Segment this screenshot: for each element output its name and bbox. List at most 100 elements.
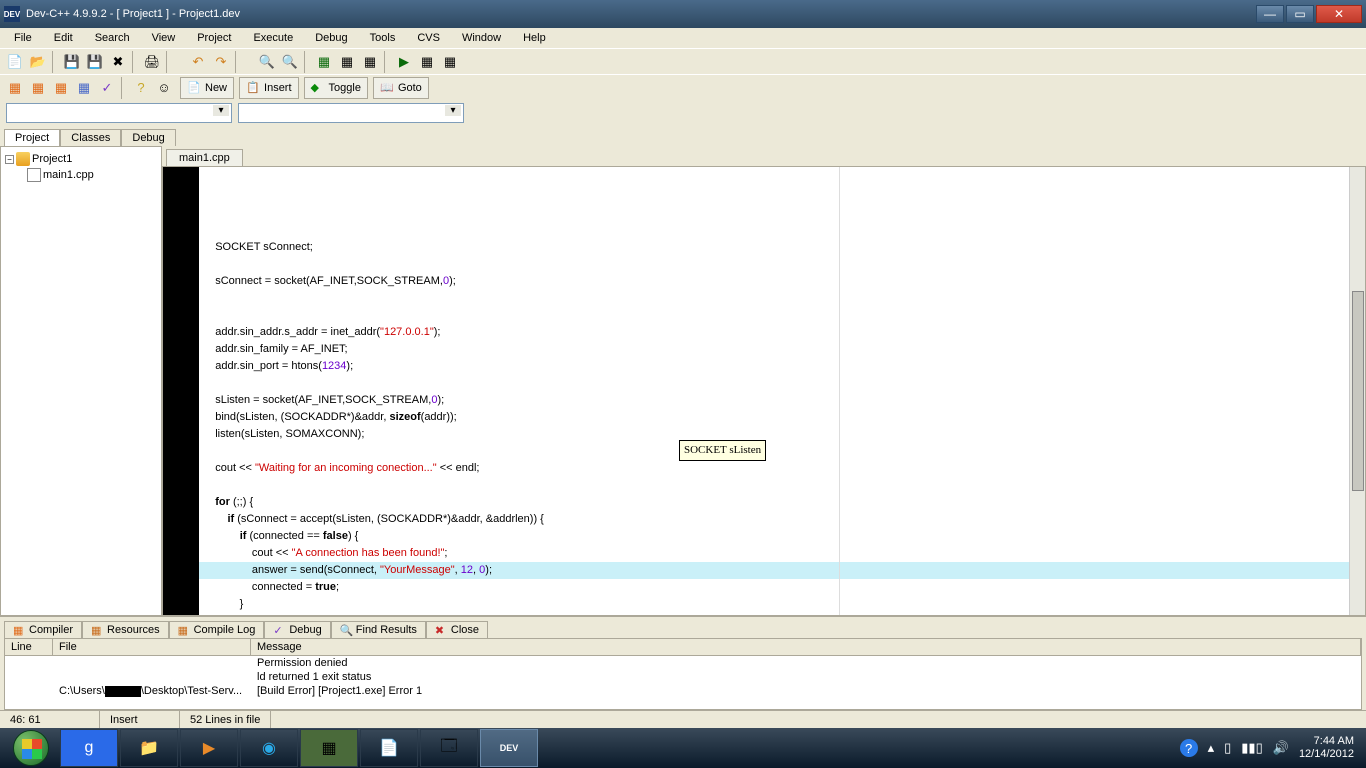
project-tree-file[interactable]: main1.cpp (27, 167, 157, 183)
redo-icon[interactable]: ↷ (210, 51, 232, 73)
output-tab-close[interactable]: ✖Close (426, 621, 488, 638)
menu-execute[interactable]: Execute (243, 30, 303, 46)
wifi-icon[interactable]: ▮▮▯ (1241, 740, 1262, 756)
code-editor[interactable]: SOCKET sListen SOCKET sConnect; sConnect… (162, 166, 1366, 616)
output-row[interactable]: Permission denied (5, 656, 1361, 670)
side-tab-classes[interactable]: Classes (60, 129, 121, 146)
goto-button[interactable]: 📖Goto (373, 77, 429, 99)
code-line[interactable]: cout << "A connection has been found!"; (199, 545, 1349, 562)
code-line[interactable] (199, 443, 1349, 460)
taskbar-app-window[interactable]: 🗔 (420, 729, 478, 767)
rebuild-icon[interactable]: ▶ (393, 51, 415, 73)
class-combo[interactable] (6, 103, 232, 123)
code-line[interactable]: sListen = socket(AF_INET,SOCK_STREAM,0); (199, 392, 1349, 409)
taskbar-app-google[interactable]: g (60, 729, 118, 767)
member-combo[interactable] (238, 103, 464, 123)
minimize-button[interactable]: — (1256, 5, 1284, 23)
tray-chevron-icon[interactable]: ▴ (1208, 740, 1215, 756)
tree-collapse-icon[interactable]: − (5, 155, 14, 164)
save-icon[interactable]: 💾 (61, 51, 83, 73)
code-line[interactable]: } (199, 613, 1349, 615)
output-tab-find-results[interactable]: 🔍Find Results (331, 621, 426, 638)
battery-icon[interactable]: ▯ (1224, 740, 1231, 756)
menu-help[interactable]: Help (513, 30, 556, 46)
find-icon[interactable]: 🔍 (256, 51, 278, 73)
menu-window[interactable]: Window (452, 30, 511, 46)
col-message[interactable]: Message (251, 639, 1361, 655)
code-line[interactable]: addr.sin_addr.s_addr = inet_addr("127.0.… (199, 324, 1349, 341)
menu-search[interactable]: Search (85, 30, 140, 46)
code-line[interactable]: SOCKET sConnect; (199, 239, 1349, 256)
side-tab-debug[interactable]: Debug (121, 129, 175, 146)
debug-icon[interactable]: ▦ (416, 51, 438, 73)
code-line[interactable]: if (sConnect = accept(sListen, (SOCKADDR… (199, 511, 1349, 528)
output-tab-compiler[interactable]: ▦Compiler (4, 621, 82, 638)
menu-file[interactable]: File (4, 30, 42, 46)
grid-icon-4[interactable]: ▦ (73, 77, 95, 99)
menu-cvs[interactable]: CVS (407, 30, 450, 46)
new-file-icon[interactable]: 📄 (4, 51, 26, 73)
scroll-thumb[interactable] (1352, 291, 1364, 491)
output-tab-debug[interactable]: ✓Debug (264, 621, 330, 638)
help-tray-icon[interactable]: ? (1180, 739, 1198, 757)
start-button[interactable] (4, 728, 58, 768)
code-line[interactable] (199, 307, 1349, 324)
check-icon[interactable]: ✓ (96, 77, 118, 99)
code-line[interactable]: addr.sin_port = htons(1234); (199, 358, 1349, 375)
close-file-icon[interactable]: ✖ (107, 51, 129, 73)
code-line[interactable] (199, 290, 1349, 307)
code-line[interactable] (199, 256, 1349, 273)
taskbar-app-media[interactable]: ▶ (180, 729, 238, 767)
compile-icon[interactable]: ▦ (313, 51, 335, 73)
taskbar-app-blue[interactable]: ◉ (240, 729, 298, 767)
code-line[interactable]: if (connected == false) { (199, 528, 1349, 545)
output-tab-resources[interactable]: ▦Resources (82, 621, 169, 638)
undo-icon[interactable]: ↶ (187, 51, 209, 73)
taskbar-app-mc[interactable]: ▦ (300, 729, 358, 767)
new-button[interactable]: 📄New (180, 77, 234, 99)
compile-run-icon[interactable]: ▦ (359, 51, 381, 73)
code-line[interactable]: } (199, 596, 1349, 613)
menu-project[interactable]: Project (187, 30, 241, 46)
output-row[interactable]: ld returned 1 exit status (5, 670, 1361, 684)
grid-icon-3[interactable]: ▦ (50, 77, 72, 99)
grid-icon-2[interactable]: ▦ (27, 77, 49, 99)
menu-debug[interactable]: Debug (305, 30, 357, 46)
code-line[interactable]: sConnect = socket(AF_INET,SOCK_STREAM,0)… (199, 273, 1349, 290)
col-line[interactable]: Line (5, 639, 53, 655)
close-button[interactable]: ✕ (1316, 5, 1362, 23)
code-line[interactable]: addr.sin_family = AF_INET; (199, 341, 1349, 358)
output-row[interactable]: C:\Users\\Desktop\Test-Serv...[Build Err… (5, 684, 1361, 698)
grid-icon-1[interactable]: ▦ (4, 77, 26, 99)
print-icon[interactable]: 🖨 (141, 51, 163, 73)
code-line[interactable]: for (;;) { (199, 494, 1349, 511)
code-line[interactable]: listen(sListen, SOMAXCONN); (199, 426, 1349, 443)
replace-icon[interactable]: 🔍 (279, 51, 301, 73)
code-line[interactable] (199, 375, 1349, 392)
taskbar-app-explorer[interactable]: 📁 (120, 729, 178, 767)
taskbar-app-doc[interactable]: 📄 (360, 729, 418, 767)
maximize-button[interactable]: ▭ (1286, 5, 1314, 23)
help-icon[interactable]: ? (130, 77, 152, 99)
toggle-button[interactable]: ◆Toggle (304, 77, 368, 99)
stop-icon[interactable]: ▦ (439, 51, 461, 73)
code-line[interactable]: connected = true; (199, 579, 1349, 596)
volume-icon[interactable]: 🔊 (1273, 740, 1289, 756)
menu-edit[interactable]: Edit (44, 30, 83, 46)
open-icon[interactable]: 📂 (27, 51, 49, 73)
code-line[interactable]: bind(sListen, (SOCKADDR*)&addr, sizeof(a… (199, 409, 1349, 426)
system-clock[interactable]: 7:44 AM 12/14/2012 (1299, 735, 1354, 761)
col-file[interactable]: File (53, 639, 251, 655)
code-line[interactable]: cout << "Waiting for an incoming conecti… (199, 460, 1349, 477)
code-line[interactable] (199, 477, 1349, 494)
editor-tab-main[interactable]: main1.cpp (166, 149, 243, 166)
output-tab-compile-log[interactable]: ▦Compile Log (169, 621, 265, 638)
save-all-icon[interactable]: 💾 (84, 51, 106, 73)
vertical-scrollbar[interactable] (1349, 167, 1365, 615)
code-content[interactable]: SOCKET sListen SOCKET sConnect; sConnect… (199, 167, 1349, 615)
menu-tools[interactable]: Tools (360, 30, 406, 46)
code-line[interactable]: answer = send(sConnect, "YourMessage", 1… (199, 562, 1349, 579)
menu-view[interactable]: View (142, 30, 186, 46)
project-tree-root[interactable]: − Project1 (5, 151, 157, 167)
about-icon[interactable]: ☺ (153, 77, 175, 99)
